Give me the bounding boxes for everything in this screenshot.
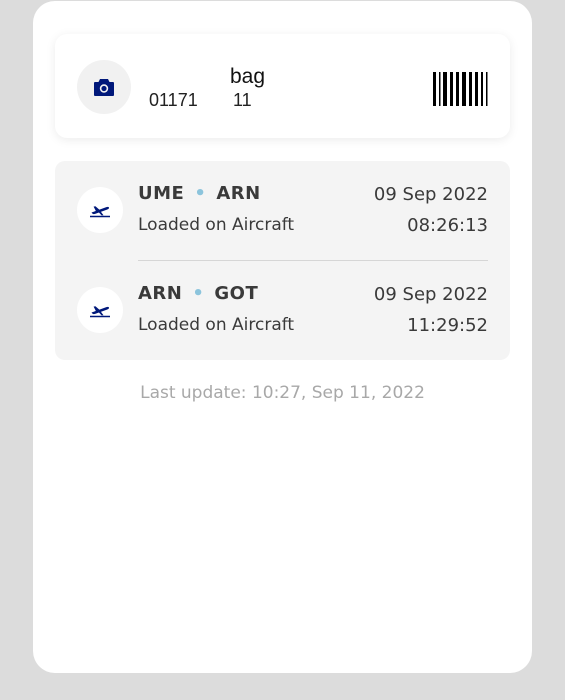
camera-button[interactable] [77, 60, 131, 114]
flight-segment[interactable]: ARN • GOT Loaded on Aircraft 09 Sep 2022 1… [55, 261, 510, 341]
destination-code: ARN [216, 183, 261, 204]
bag-number-suffix: 11 [233, 90, 252, 110]
segment-date: 09 Sep 2022 [373, 284, 488, 305]
origin-code: UME [138, 183, 185, 204]
bag-number-prefix: 01171 [149, 90, 198, 110]
segment-route: ARN • GOT [138, 283, 258, 304]
airplane-departure-icon [90, 306, 110, 318]
flight-segment[interactable]: UME • ARN Loaded on Aircraft 09 Sep 2022 0… [55, 161, 510, 261]
bag-tracking-card: bag 01171 11 UME • ARN Loaded on Aircraf… [33, 1, 532, 673]
destination-code: GOT [214, 283, 259, 304]
route-separator: • [192, 283, 205, 304]
bag-info-card[interactable]: bag 01171 11 [55, 34, 510, 138]
barcode-icon[interactable] [433, 72, 490, 106]
segment-status: Loaded on Aircraft [138, 315, 295, 335]
bag-title: bag [230, 65, 266, 88]
segment-date: 09 Sep 2022 [373, 184, 488, 205]
segment-time: 08:26:13 [407, 215, 488, 236]
segment-icon-circle [77, 187, 123, 233]
flight-segments-list: UME • ARN Loaded on Aircraft 09 Sep 2022 0… [55, 161, 510, 360]
route-separator: • [194, 183, 207, 204]
segment-time: 11:29:52 [407, 315, 488, 336]
last-update-text: Last update: 10:27, Sep 11, 2022 [140, 383, 425, 403]
segment-status: Loaded on Aircraft [138, 215, 295, 235]
segment-icon-circle [77, 287, 123, 333]
airplane-departure-icon [90, 206, 110, 218]
segment-route: UME • ARN [138, 183, 261, 204]
origin-code: ARN [138, 283, 183, 304]
camera-icon [94, 79, 114, 96]
